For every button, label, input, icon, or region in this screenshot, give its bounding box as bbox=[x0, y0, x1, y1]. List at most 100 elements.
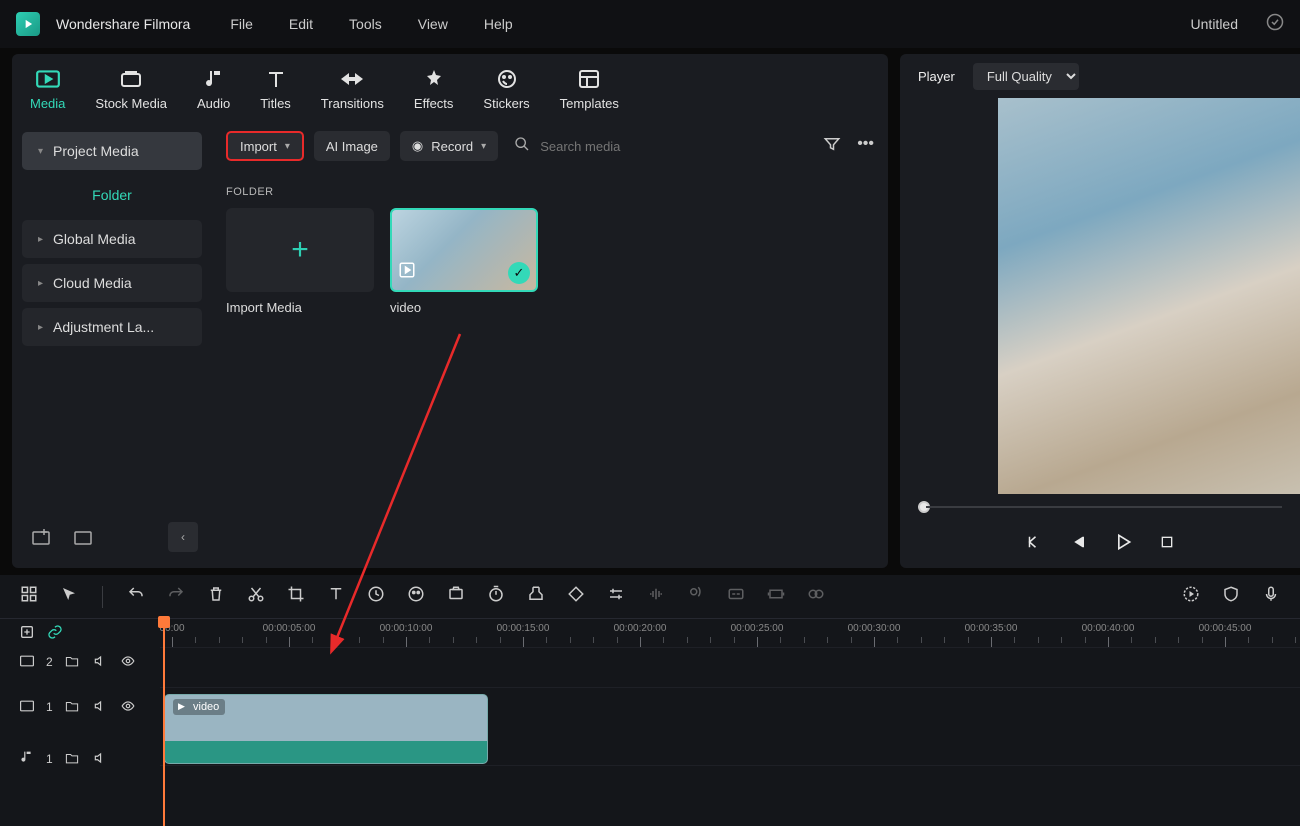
playhead[interactable] bbox=[163, 619, 165, 826]
tab-effects[interactable]: Effects bbox=[414, 68, 454, 111]
track-header-video1: 1 bbox=[0, 677, 160, 737]
tab-stock-media[interactable]: Stock Media bbox=[95, 68, 167, 111]
tab-effects-label: Effects bbox=[414, 96, 454, 111]
menu-edit[interactable]: Edit bbox=[289, 16, 313, 32]
tab-templates[interactable]: Templates bbox=[560, 68, 619, 111]
preview-header: Player Full Quality bbox=[900, 54, 1300, 98]
sidebar-project-media[interactable]: ▾Project Media bbox=[22, 132, 202, 170]
track-row-video2[interactable] bbox=[160, 647, 1300, 687]
media-sidebar: ▾Project Media Folder ▸Global Media ▸Clo… bbox=[12, 124, 212, 568]
track-header-ruler bbox=[0, 619, 160, 647]
delete-icon[interactable] bbox=[207, 585, 225, 608]
media-thumbs: + Import Media ✓ video bbox=[226, 208, 874, 315]
timeline-tracks[interactable]: 00:0000:00:05:0000:00:10:0000:00:15:0000… bbox=[160, 619, 1300, 826]
shield-icon[interactable] bbox=[1222, 585, 1240, 608]
render-icon[interactable] bbox=[1182, 585, 1200, 608]
stop-button[interactable] bbox=[1159, 534, 1175, 555]
document-title: Untitled bbox=[1191, 16, 1238, 32]
sidebar-global-media[interactable]: ▸Global Media bbox=[22, 220, 202, 258]
marker-icon[interactable] bbox=[527, 585, 545, 608]
timeline-body: 2 1 1 00:0000:00:05:0000:00:10:0000:00:1… bbox=[0, 619, 1300, 826]
grid-icon[interactable] bbox=[20, 585, 38, 608]
new-folder-icon[interactable] bbox=[26, 522, 56, 552]
preview-viewport[interactable] bbox=[998, 98, 1300, 494]
ai-image-button[interactable]: AI Image bbox=[314, 131, 390, 161]
tab-titles[interactable]: Titles bbox=[260, 68, 291, 111]
preview-scrubber[interactable] bbox=[900, 494, 1300, 520]
quality-select[interactable]: Full Quality bbox=[973, 63, 1079, 90]
folder-icon[interactable] bbox=[68, 522, 98, 552]
tab-media[interactable]: Media bbox=[30, 68, 65, 111]
media-item-video[interactable]: ✓ video bbox=[390, 208, 538, 315]
color-icon[interactable] bbox=[407, 585, 425, 608]
track-header-video2: 2 bbox=[0, 647, 160, 677]
media-item-label: video bbox=[390, 300, 538, 315]
record-button[interactable]: ◉Record▾ bbox=[400, 131, 498, 161]
cut-icon[interactable] bbox=[247, 585, 265, 608]
folder-track-icon[interactable] bbox=[63, 699, 81, 716]
text-icon[interactable] bbox=[327, 585, 345, 608]
add-track-icon[interactable] bbox=[18, 624, 36, 643]
folder-track-icon[interactable] bbox=[63, 654, 81, 671]
track-row-audio1[interactable] bbox=[160, 765, 1300, 821]
expand-icon[interactable] bbox=[767, 585, 785, 608]
mute-icon[interactable] bbox=[91, 654, 109, 671]
menu-help[interactable]: Help bbox=[484, 16, 513, 32]
voiceover-icon[interactable] bbox=[687, 585, 705, 608]
mute-icon[interactable] bbox=[91, 751, 109, 768]
cloud-sync-icon[interactable] bbox=[1266, 13, 1284, 36]
speed-icon[interactable] bbox=[367, 585, 385, 608]
eye-icon[interactable] bbox=[119, 654, 137, 671]
filter-icon[interactable] bbox=[823, 135, 841, 158]
sidebar-cloud-media[interactable]: ▸Cloud Media bbox=[22, 264, 202, 302]
timeline-panel: 2 1 1 00:0000:00:05:0000:00:10:0000:00:1… bbox=[0, 574, 1300, 826]
video-track-icon bbox=[18, 699, 36, 716]
crop-icon[interactable] bbox=[287, 585, 305, 608]
redo-icon[interactable] bbox=[167, 585, 185, 608]
menu-view[interactable]: View bbox=[418, 16, 448, 32]
cursor-icon[interactable] bbox=[60, 585, 78, 608]
track-row-video1[interactable]: video bbox=[160, 687, 1300, 765]
timeline-ruler[interactable]: 00:0000:00:05:0000:00:10:0000:00:15:0000… bbox=[160, 619, 1300, 647]
mute-icon[interactable] bbox=[91, 699, 109, 716]
link-icon[interactable] bbox=[46, 624, 64, 643]
folder-track-icon[interactable] bbox=[63, 751, 81, 768]
tab-audio[interactable]: Audio bbox=[197, 68, 230, 111]
track-header-audio1: 1 bbox=[0, 737, 160, 781]
tab-transitions[interactable]: Transitions bbox=[321, 68, 384, 111]
import-button[interactable]: Import▾ bbox=[226, 131, 304, 161]
record-dot-icon: ◉ bbox=[412, 138, 423, 154]
mic-icon[interactable] bbox=[1262, 585, 1280, 608]
menu-tools[interactable]: Tools bbox=[349, 16, 382, 32]
timeline-toolbar bbox=[0, 575, 1300, 619]
tab-audio-label: Audio bbox=[197, 96, 230, 111]
timer-icon[interactable] bbox=[487, 585, 505, 608]
subtitle-icon[interactable] bbox=[727, 585, 745, 608]
scrubber-track bbox=[926, 506, 1282, 508]
collapse-sidebar-button[interactable]: ‹ bbox=[168, 522, 198, 552]
sidebar-folder[interactable]: Folder bbox=[22, 176, 202, 214]
import-media-tile[interactable]: + Import Media bbox=[226, 208, 374, 315]
adjust-icon[interactable] bbox=[607, 585, 625, 608]
chroma-icon[interactable] bbox=[807, 585, 825, 608]
step-back-button[interactable] bbox=[1069, 533, 1087, 556]
chevron-down-icon: ▾ bbox=[285, 141, 290, 152]
sidebar-adjustment-layer[interactable]: ▸Adjustment La... bbox=[22, 308, 202, 346]
tab-stickers[interactable]: Stickers bbox=[483, 68, 529, 111]
play-button[interactable] bbox=[1113, 532, 1133, 557]
tab-templates-label: Templates bbox=[560, 96, 619, 111]
audio-wave-icon[interactable] bbox=[647, 585, 665, 608]
tab-media-label: Media bbox=[30, 96, 65, 111]
timeline-clip-video[interactable]: video bbox=[164, 694, 488, 764]
media-toolbar: Import▾ AI Image ◉Record▾ ••• bbox=[226, 124, 874, 168]
keyframe-icon[interactable] bbox=[567, 585, 585, 608]
eye-icon[interactable] bbox=[119, 699, 137, 716]
more-icon[interactable]: ••• bbox=[857, 135, 874, 158]
undo-icon[interactable] bbox=[127, 585, 145, 608]
tab-transitions-label: Transitions bbox=[321, 96, 384, 111]
prev-frame-button[interactable] bbox=[1025, 533, 1043, 556]
screenshot-icon[interactable] bbox=[447, 585, 465, 608]
search-input[interactable] bbox=[540, 139, 720, 154]
app-title: Wondershare Filmora bbox=[56, 16, 190, 32]
menu-file[interactable]: File bbox=[230, 16, 253, 32]
